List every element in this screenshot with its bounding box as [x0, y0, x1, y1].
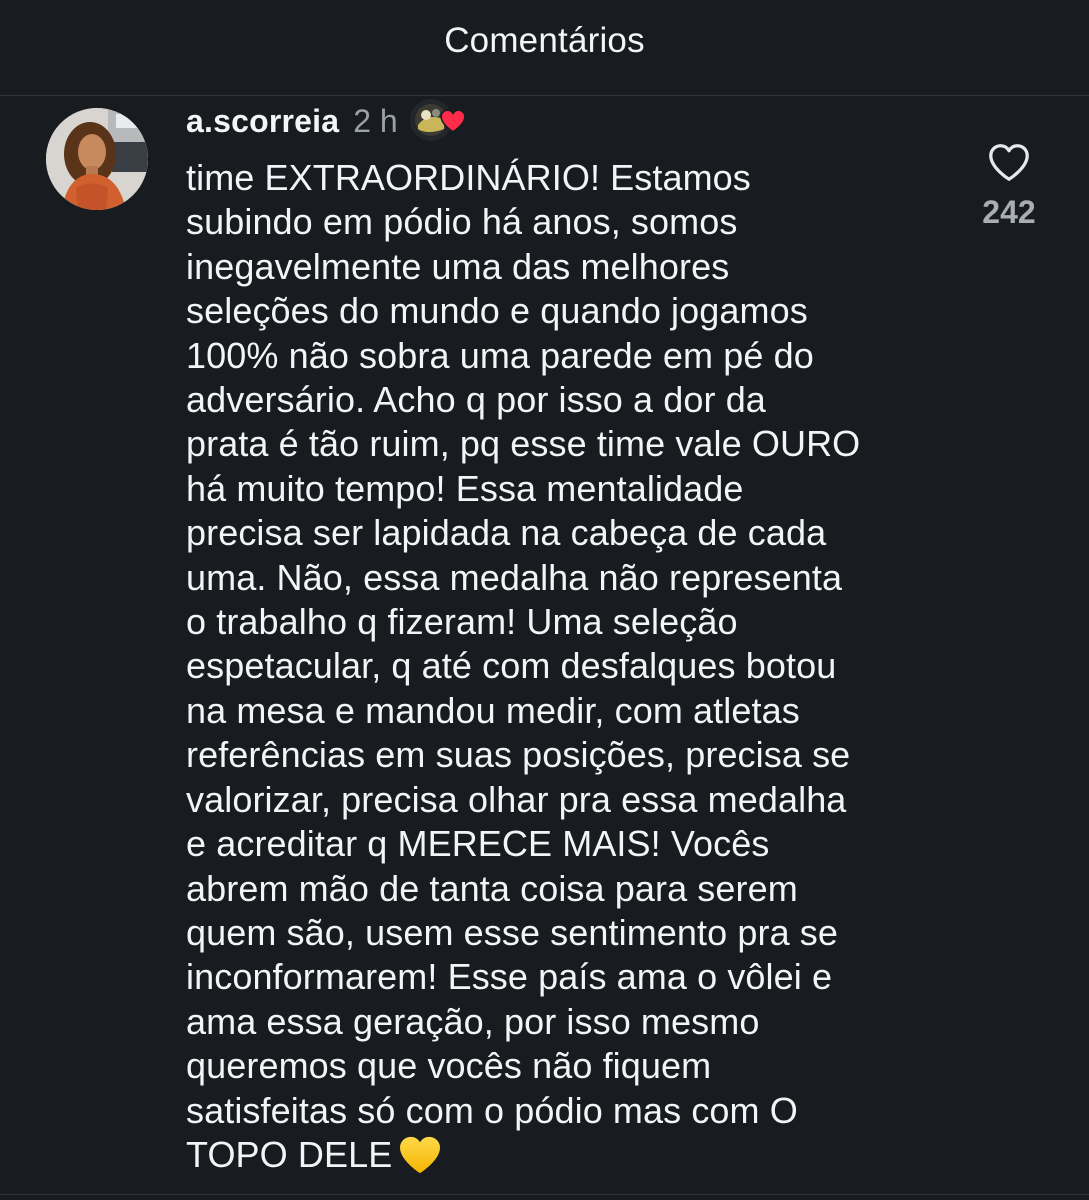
yellow-heart-emoji — [398, 1135, 442, 1175]
comment-text: time EXTRAORDINÁRIO! Estamos subindo em … — [186, 157, 861, 1175]
red-heart-icon — [439, 109, 466, 133]
avatar[interactable] — [46, 108, 148, 210]
creator-liked-badge — [409, 99, 466, 143]
heart-outline-icon[interactable] — [986, 140, 1032, 186]
like-area: 242 — [970, 140, 1048, 231]
comments-header: Comentários — [0, 0, 1089, 96]
page-title: Comentários — [444, 20, 645, 60]
comment-body: time EXTRAORDINÁRIO! Estamos subindo em … — [186, 156, 946, 1177]
like-count: 242 — [982, 194, 1036, 230]
comment-meta: a.scorreia 2 h — [186, 96, 466, 146]
divider — [0, 1194, 1089, 1195]
username[interactable]: a.scorreia — [186, 103, 339, 140]
comment-time: 2 h — [353, 102, 398, 139]
